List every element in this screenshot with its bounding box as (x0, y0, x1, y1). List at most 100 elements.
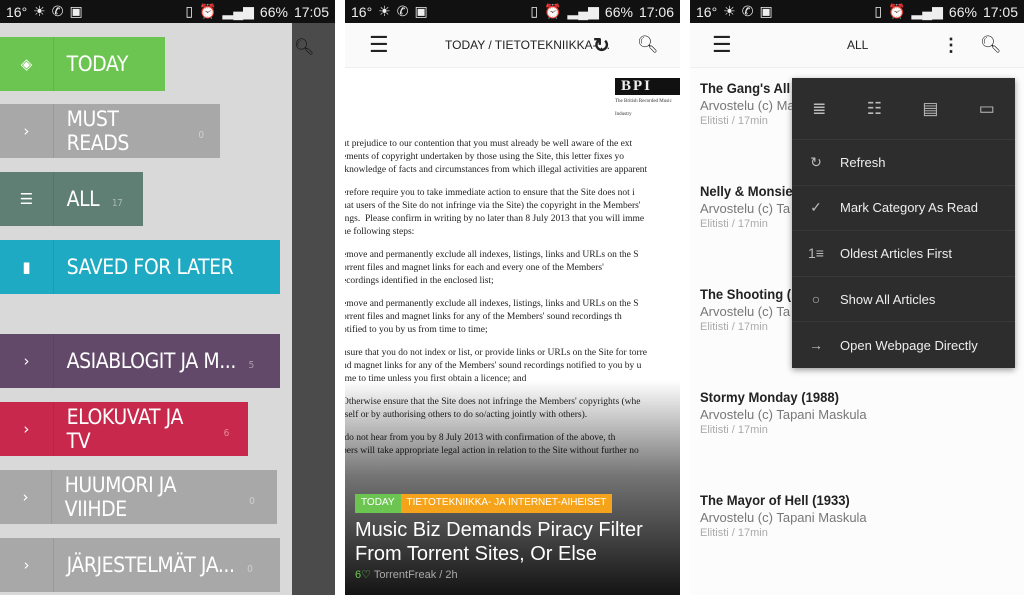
arrow-right-icon: → (809, 337, 823, 354)
article-tags: TODAY TIETOTEKNIIKKA- JA INTERNET-AIHEIS… (355, 494, 613, 513)
article-screen: 16° ☀ ✆ ▣ ▯ ⏰ ▂▄▆ 66% 17:06 BPI The Briti… (345, 0, 680, 595)
nav-item-today[interactable]: ◈ TODAY (0, 37, 165, 91)
menu-icon[interactable]: ☰ (369, 32, 389, 58)
nav-label: ASIABLOGIT JA M... (66, 349, 237, 373)
article-meta: Elitisti / 17min (700, 527, 768, 539)
nav-label: ELOKUVAT JA TV (66, 405, 183, 453)
trello-icon: ▣ (759, 3, 773, 19)
battery-level: 66% (948, 3, 977, 20)
today-icon: ◈ (0, 37, 54, 91)
nav-count: 5 (248, 359, 255, 371)
article-list-item[interactable]: Stormy Monday (1988) Arvostelu (c) Tapani… (700, 389, 867, 436)
nav-label: TODAY (66, 52, 129, 76)
refresh-icon[interactable]: ↻ (593, 33, 610, 58)
menu-item-label: Mark Category As Read (840, 200, 979, 216)
search-icon[interactable]: 🔍︎ (637, 35, 659, 55)
article-list-item[interactable]: Nelly & Monsie Arvostelu (c) Ta Elitisti /… (700, 183, 800, 230)
status-bar: 16° ☀ ✆ ▣ ▯ ⏰ ▂▄▆ 66% 17:06 (345, 0, 680, 23)
content-edge[interactable]: 🔍︎ (292, 23, 335, 595)
nav-item-huumori-ja-viihde[interactable]: › HUUMORI JA VIIHDE 0 (0, 470, 277, 524)
article-title: The Mayor of Hell (1933) (700, 492, 850, 508)
weather-temp: 16° (696, 3, 718, 20)
nav-item-all[interactable]: ☰ ALL 17 (0, 172, 143, 226)
nav-label: MUST READS (66, 107, 129, 155)
like-count[interactable]: 6♡ (355, 569, 371, 581)
whatsapp-icon: ✆ (741, 3, 754, 19)
toolbar-title: ALL (847, 38, 869, 52)
sort-oldest-icon: 1≡ (808, 245, 824, 262)
overflow-menu-icon[interactable]: ⋮ (942, 35, 960, 56)
battery-level: 66% (604, 3, 633, 20)
overflow-menu: ≣ ☷ ▤ ▭ ↻ Refresh ✓ Mark Category As Read 1≡… (792, 78, 1015, 368)
list-icon: ☰ (0, 172, 54, 226)
menu-item-show-all-articles[interactable]: ○ Show All Articles (792, 277, 1015, 323)
alarm-icon: ⏰ (888, 3, 906, 19)
nav-count: 0 (249, 495, 255, 507)
toolbar: ☰ TODAY / TIETOTEKNIIKKA- ... ↻ 🔍︎ (345, 23, 680, 68)
menu-item-refresh[interactable]: ↻ Refresh (792, 140, 1015, 186)
chevron-right-icon: › (0, 334, 54, 388)
signal-icon: ▂▄▆ (567, 3, 599, 19)
whatsapp-icon: ✆ (51, 3, 64, 19)
bookmark-icon: ▮ (0, 240, 54, 294)
nav-item-elokuvat-ja-tv[interactable]: › ELOKUVAT JA TV 6 (0, 402, 248, 456)
check-icon: ✓ (810, 199, 822, 216)
view-text-only-icon[interactable]: ≣ (812, 99, 826, 119)
view-thumbnail-list-icon[interactable]: ▤ (922, 99, 938, 119)
menu-item-label: Open Webpage Directly (840, 337, 978, 353)
nav-count: 6 (223, 427, 229, 439)
clock: 17:05 (293, 3, 329, 20)
trello-icon: ▣ (414, 3, 428, 19)
nav-count: 0 (247, 563, 253, 575)
nav-label: HUUMORI JA VIIHDE (64, 473, 177, 521)
weather-icon: ☀ (378, 3, 391, 19)
chevron-right-icon: › (0, 538, 54, 592)
circle-icon: ○ (811, 291, 821, 308)
nav-label: SAVED FOR LATER (66, 255, 234, 279)
nav-item-järjestelmät-ja-[interactable]: › JÄRJESTELMÄT JA... 0 (0, 538, 280, 592)
article-title[interactable]: Music Biz Demands Piracy Filter From Tor… (355, 518, 675, 566)
toolbar: ☰ ALL ⋮ 🔍︎ (690, 23, 1024, 68)
tag-today[interactable]: TODAY (355, 494, 401, 513)
navigation-drawer-screen: 16° ☀ ✆ ▣ ▯ ⏰ ▂▄▆ 66% 17:05 🔍︎ ◈ TODAY › MU… (0, 0, 335, 595)
article-meta: Elitisti / 17min (700, 424, 768, 436)
weather-icon: ☀ (723, 3, 736, 19)
nav-label: ALL (66, 187, 100, 211)
article-author: Arvostelu (c) Tapani Maskula (700, 510, 867, 525)
search-icon[interactable]: 🔍︎ (980, 35, 1002, 55)
view-magazine-icon[interactable]: ▭ (979, 99, 995, 119)
view-mode-row: ≣ ☷ ▤ ▭ (792, 78, 1015, 140)
article-author: Arvostelu (c) Tapani Maskula (700, 407, 867, 422)
nav-label: JÄRJESTELMÄT JA... (66, 553, 235, 577)
bpi-logo: BPI The British Recorded Music Industry (615, 78, 680, 122)
tag-category[interactable]: TIETOTEKNIIKKA- JA INTERNET-AIHEISET (400, 494, 613, 513)
nav-item-asiablogit-ja-m-[interactable]: › ASIABLOGIT JA M... 5 (0, 334, 280, 388)
article-author: Arvostelu (c) Ta (700, 304, 791, 319)
chevron-right-icon: › (0, 402, 54, 456)
trello-icon: ▣ (69, 3, 83, 19)
alarm-icon: ⏰ (199, 3, 217, 19)
weather-icon: ☀ (33, 3, 46, 19)
nav-item-must-reads[interactable]: › MUST READS 0 (0, 104, 220, 158)
letter-paragraph: ut prejudice to our contention that you … (345, 139, 648, 175)
menu-item-oldest-articles-first[interactable]: 1≡ Oldest Articles First (792, 231, 1015, 277)
menu-icon[interactable]: ☰ (712, 32, 732, 58)
menu-item-mark-category-as-read[interactable]: ✓ Mark Category As Read (792, 186, 1015, 232)
article-list-item[interactable]: The Gang's All Arvostelu (c) Ma Elitisti /… (700, 80, 797, 127)
battery-level: 66% (259, 3, 288, 20)
clock: 17:05 (982, 3, 1018, 20)
clock: 17:06 (638, 3, 674, 20)
menu-item-label: Refresh (840, 154, 886, 170)
weather-temp: 16° (6, 3, 28, 20)
search-icon[interactable]: 🔍︎ (294, 37, 314, 57)
article-list-item[interactable]: The Mayor of Hell (1933) Arvostelu (c) Ta… (700, 492, 867, 539)
article-author: Arvostelu (c) Ta (700, 201, 791, 216)
status-bar: 16° ☀ ✆ ▣ ▯ ⏰ ▂▄▆ 66% 17:05 (0, 0, 335, 23)
article-list-item[interactable]: The Shooting (1 Arvostelu (c) Ta Elitisti … (700, 286, 806, 333)
chevron-right-icon: › (0, 470, 53, 524)
nav-item-saved-for-later[interactable]: ▮ SAVED FOR LATER (0, 240, 280, 294)
article-list-screen: 16° ☀ ✆ ▣ ▯ ⏰ ▂▄▆ 66% 17:05 ☰ ALL ⋮ 🔍︎ T… (690, 0, 1024, 595)
article-title: The Gang's All (700, 80, 791, 96)
menu-item-open-webpage-directly[interactable]: → Open Webpage Directly (792, 322, 1015, 368)
view-list-icon[interactable]: ☷ (867, 99, 882, 119)
